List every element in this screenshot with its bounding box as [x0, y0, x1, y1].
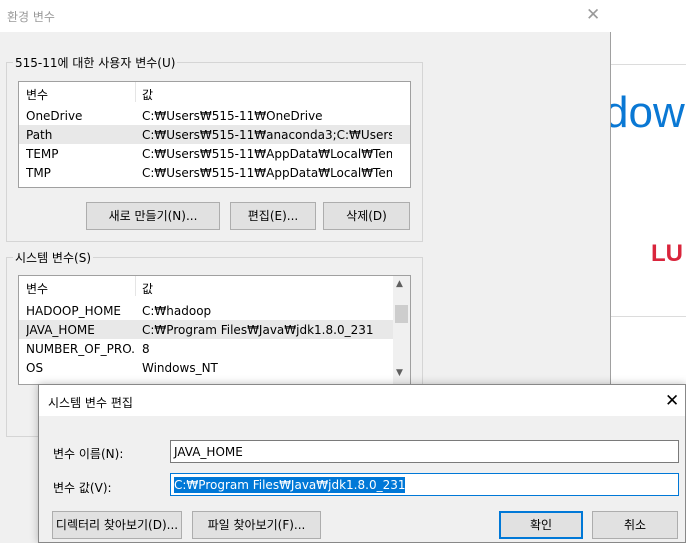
- table-row[interactable]: Path C:₩Users₩515-11₩anaconda3;C:₩Users₩…: [19, 125, 410, 144]
- edit-system-variable-dialog: 시스템 변수 편집 ✕ 변수 이름(N): JAVA_HOME 변수 값(V):…: [38, 384, 686, 543]
- window-title: 환경 변수: [7, 10, 55, 24]
- scroll-down-icon[interactable]: ▼: [396, 368, 403, 378]
- user-variables-list[interactable]: 변수 값 OneDrive C:₩Users₩515-11₩OneDrive P…: [18, 81, 411, 188]
- variable-name: Path: [26, 128, 53, 142]
- column-header-value[interactable]: 값: [142, 280, 153, 297]
- column-separator: [135, 276, 136, 296]
- system-variables-list[interactable]: 변수 값 HADOOP_HOME C:₩hadoop JAVA_HOME C:₩…: [18, 275, 411, 385]
- new-variable-button[interactable]: 새로 만들기(N)...: [86, 202, 220, 230]
- table-row[interactable]: OneDrive C:₩Users₩515-11₩OneDrive: [19, 106, 410, 125]
- window-titlebar: 환경 변수 ✕: [0, 0, 611, 32]
- variable-name: TEMP: [26, 147, 59, 161]
- variable-value-field-value: C:₩Program Files₩Java₩jdk1.8.0_231: [174, 477, 406, 493]
- variable-value: C:₩Program Files₩Java₩jdk1.8.0_231: [142, 323, 374, 337]
- table-row[interactable]: TMP C:₩Users₩515-11₩AppData₩Local₩Temp: [19, 163, 410, 182]
- variable-name-field[interactable]: JAVA_HOME: [170, 440, 679, 463]
- variable-name-label: 변수 이름(N):: [53, 447, 124, 461]
- variable-value: C:₩Users₩515-11₩AppData₩Local₩Temp: [142, 147, 392, 161]
- table-row[interactable]: NUMBER_OF_PRO... 8: [19, 339, 410, 358]
- browse-file-button[interactable]: 파일 찾아보기(F)...: [192, 511, 321, 539]
- list-header: 변수 값: [19, 82, 410, 102]
- column-separator: [135, 82, 136, 102]
- column-header-value[interactable]: 값: [142, 86, 153, 103]
- table-row[interactable]: TEMP C:₩Users₩515-11₩AppData₩Local₩Temp: [19, 144, 410, 163]
- variable-value: 8: [142, 342, 150, 356]
- variable-name: HADOOP_HOME: [26, 304, 122, 318]
- variable-name-field-value: JAVA_HOME: [174, 445, 243, 459]
- variable-name: OneDrive: [26, 109, 83, 123]
- background-brand-text: LU: [651, 240, 683, 267]
- variable-value: Windows_NT: [142, 361, 218, 375]
- variable-name: JAVA_HOME: [26, 323, 95, 337]
- user-variables-legend: 515-11에 대한 사용자 변수(U): [13, 54, 178, 71]
- variable-name: TMP: [26, 166, 51, 180]
- table-row[interactable]: HADOOP_HOME C:₩hadoop: [19, 301, 410, 320]
- background-divider: [611, 316, 686, 317]
- close-icon[interactable]: ✕: [665, 391, 679, 411]
- scrollbar-thumb[interactable]: [395, 305, 408, 323]
- column-header-variable[interactable]: 변수: [26, 280, 48, 297]
- list-header: 변수 값: [19, 276, 410, 296]
- column-header-variable[interactable]: 변수: [26, 86, 48, 103]
- cancel-button[interactable]: 취소: [592, 511, 678, 539]
- system-variables-legend: 시스템 변수(S): [13, 249, 93, 266]
- background-divider: [611, 64, 686, 65]
- dialog-title: 시스템 변수 편집: [48, 396, 133, 410]
- variable-value: C:₩Users₩515-11₩anaconda3;C:₩Users₩5...: [142, 128, 392, 142]
- vertical-scrollbar[interactable]: ▲ ▼: [393, 276, 410, 384]
- variable-value-field[interactable]: C:₩Program Files₩Java₩jdk1.8.0_231: [170, 473, 679, 496]
- browse-directory-button[interactable]: 디렉터리 찾아보기(D)...: [52, 511, 182, 539]
- edit-variable-button[interactable]: 편집(E)...: [230, 202, 316, 230]
- variable-value: C:₩Users₩515-11₩AppData₩Local₩Temp: [142, 166, 392, 180]
- table-row[interactable]: JAVA_HOME C:₩Program Files₩Java₩jdk1.8.0…: [19, 320, 393, 339]
- variable-value: C:₩Users₩515-11₩OneDrive: [142, 109, 323, 123]
- variable-name: NUMBER_OF_PRO...: [26, 342, 136, 356]
- background-heading-text: dow: [604, 88, 685, 137]
- ok-button[interactable]: 확인: [499, 511, 583, 539]
- variable-value: C:₩hadoop: [142, 304, 212, 318]
- dialog-titlebar: 시스템 변수 편집 ✕: [39, 385, 685, 416]
- variable-value-label: 변수 값(V):: [53, 481, 112, 495]
- table-row[interactable]: OS Windows_NT: [19, 358, 410, 377]
- delete-variable-button[interactable]: 삭제(D): [323, 202, 410, 230]
- variable-name: OS: [26, 361, 44, 375]
- scroll-up-icon[interactable]: ▲: [396, 279, 403, 289]
- close-icon[interactable]: ✕: [586, 5, 600, 25]
